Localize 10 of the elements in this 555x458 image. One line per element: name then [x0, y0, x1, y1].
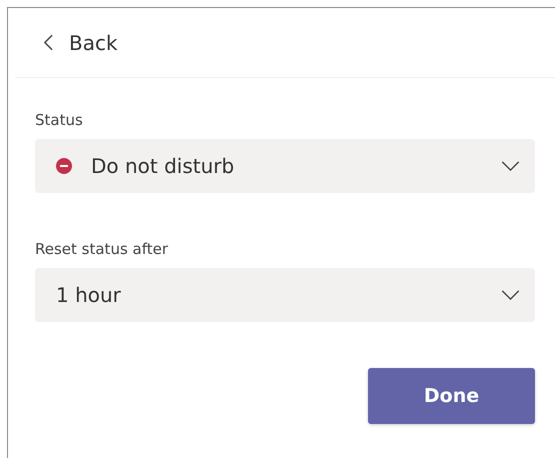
chevron-down-icon: [501, 161, 520, 171]
do-not-disturb-icon: [56, 158, 72, 174]
dropdown-field[interactable]: 1 hour: [35, 268, 535, 322]
back-chevron-icon: [44, 34, 53, 51]
field-label: Status: [35, 111, 84, 129]
done-button[interactable]: Done: [368, 368, 535, 424]
field-label: Reset status after: [35, 240, 170, 258]
dropdown-field[interactable]: Do not disturb: [35, 139, 535, 193]
back-button[interactable]: Back: [44, 30, 118, 54]
chevron-down-icon: [501, 290, 520, 300]
